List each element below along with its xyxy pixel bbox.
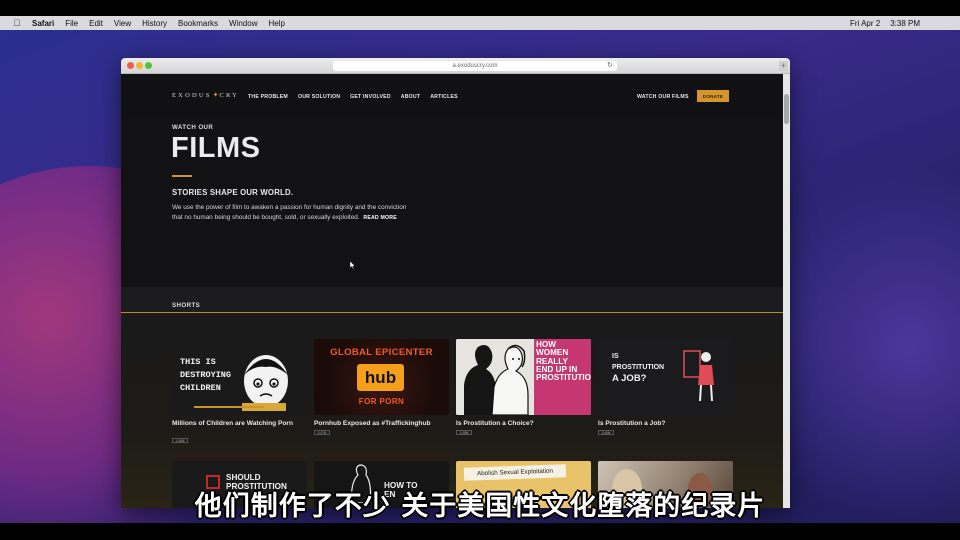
nav-about[interactable]: ABOUT (401, 94, 420, 100)
site-logo[interactable]: EXODUS✦CRY (172, 91, 239, 99)
nav-get-involved[interactable]: GET INVOLVED (350, 94, 391, 100)
hub-logo: hub (357, 364, 404, 391)
hero-eyebrow: WATCH OUR (172, 124, 214, 131)
reload-icon[interactable]: ↻ (607, 61, 613, 69)
video-title[interactable]: Millions of Children are Watching Porn (172, 420, 307, 428)
thumbnail-text: THIS IS DESTROYING CHILDREN (180, 356, 231, 395)
window-titlebar: a.exodusсry.com ↻ + (121, 58, 790, 74)
address-bar[interactable]: a.exodusсry.com (333, 61, 617, 71)
thumbnail-line: PROSTITUTION (612, 364, 665, 371)
video-subtitle: 他们制作了不少 关于美国性文化堕落的纪录片 (194, 491, 766, 522)
nav-watch-our-films[interactable]: WATCH OUR FILMS (637, 94, 689, 100)
nav-articles[interactable]: ARTICLES (430, 94, 458, 100)
women-illustration (456, 339, 536, 415)
child-face-illustration (242, 355, 288, 411)
letterbox-bottom (0, 523, 960, 540)
wallpaper-shape (760, 136, 960, 523)
site-header: EXODUS✦CRY THE PROBLEM OUR SOLUTION GET … (121, 74, 783, 118)
apple-icon[interactable]:  (12, 18, 22, 28)
nav-our-solution[interactable]: OUR SOLUTION (298, 94, 340, 100)
thumbnail-line: A JOB? (612, 373, 647, 384)
video-thumbnail[interactable]: HOW WOMEN REALLY END UP IN PROSTITUTION (456, 339, 591, 415)
menu-app-safari[interactable]: Safari (32, 19, 54, 28)
menu-view[interactable]: View (114, 19, 131, 28)
video-thumbnail[interactable]: GLOBAL EPICENTER hub FOR PORN (314, 339, 449, 415)
video-thumbnail[interactable]: IS PROSTITUTION A JOB? (598, 339, 733, 415)
mouse-cursor-icon (350, 261, 356, 269)
video-title[interactable]: Is Prostitution a Choice? (456, 420, 591, 428)
hero-description: We use the power of film to awaken a pas… (172, 203, 412, 224)
video-duration-badge: 1:46M (172, 438, 188, 443)
web-page: EXODUS✦CRY THE PROBLEM OUR SOLUTION GET … (121, 74, 783, 508)
thumbnail-text: IS PROSTITUTION A JOB? (612, 351, 664, 384)
read-more-link[interactable]: READ MORE (363, 215, 397, 221)
address-text: a.exodusсry.com (452, 63, 498, 69)
shorts-header-band (121, 287, 783, 312)
zoom-window-button[interactable] (145, 62, 152, 69)
thumbnail-progress-bar (194, 406, 264, 408)
scrollbar-thumb[interactable] (784, 94, 789, 124)
video-duration-badge: 3:38M (456, 430, 472, 435)
video-duration-badge: 2:47M (314, 430, 330, 435)
new-tab-icon[interactable]: + (779, 61, 788, 71)
woman-figure-illustration (683, 350, 714, 402)
letterbox-top (0, 0, 960, 16)
menubar-time[interactable]: 3:38 PM (890, 19, 920, 28)
menu-bar:  Safari File Edit View History Bookmark… (0, 16, 960, 30)
donate-button[interactable]: DONATE (697, 90, 729, 102)
menu-edit[interactable]: Edit (89, 19, 103, 28)
page-scrollbar[interactable] (783, 74, 790, 508)
logo-text-left: EXODUS (172, 92, 212, 99)
menu-file[interactable]: File (65, 19, 78, 28)
thumbnail-text: GLOBAL EPICENTER (330, 347, 433, 358)
thumbnail-line: THIS IS (180, 357, 216, 367)
logo-text-right: CRY (219, 92, 240, 99)
video-duration-badge: 3:46M (598, 430, 614, 435)
thumbnail-line: PROSTITUTION (536, 373, 591, 383)
protest-sign: Abolish Sexual Exploitation (463, 464, 567, 481)
thumbnail-line: CHILDREN (180, 383, 221, 393)
video-title[interactable]: Is Prostitution a Job? (598, 420, 733, 428)
menu-history[interactable]: History (142, 19, 167, 28)
menu-bookmarks[interactable]: Bookmarks (178, 19, 218, 28)
menu-help[interactable]: Help (268, 19, 284, 28)
hero-divider (172, 175, 192, 177)
thumbnail-text: FOR PORN (358, 397, 405, 406)
menu-window[interactable]: Window (229, 19, 257, 28)
thumbnail-line: SHOULD (226, 473, 261, 482)
thumbnail-line: DESTROYING (180, 370, 232, 380)
thumbnail-line: IS (612, 353, 619, 360)
site-nav-links: THE PROBLEM OUR SOLUTION GET INVOLVED AB… (248, 94, 468, 100)
minimize-window-button[interactable] (136, 62, 143, 69)
close-window-button[interactable] (127, 62, 134, 69)
hero-subtitle: STORIES SHAPE OUR WORLD. (172, 188, 294, 197)
menubar-date[interactable]: Fri Apr 2 (850, 19, 880, 28)
video-title[interactable]: Pornhub Exposed as #Traffickinghub (314, 420, 449, 428)
nav-the-problem[interactable]: THE PROBLEM (248, 94, 288, 100)
logo-drop-icon: ✦ (212, 91, 219, 99)
safari-window: a.exodusсry.com ↻ + EXODUS✦CRY THE PROBL… (121, 58, 790, 508)
video-thumbnail[interactable]: THIS IS DESTROYING CHILDREN (172, 339, 307, 415)
page-title: FILMS (171, 132, 261, 164)
thumbnail-text: HOW WOMEN REALLY END UP IN PROSTITUTION (536, 340, 591, 383)
menubar-status: Fri Apr 2 3:38 PM (840, 16, 920, 30)
section-title-shorts: SHORTS (172, 302, 201, 309)
